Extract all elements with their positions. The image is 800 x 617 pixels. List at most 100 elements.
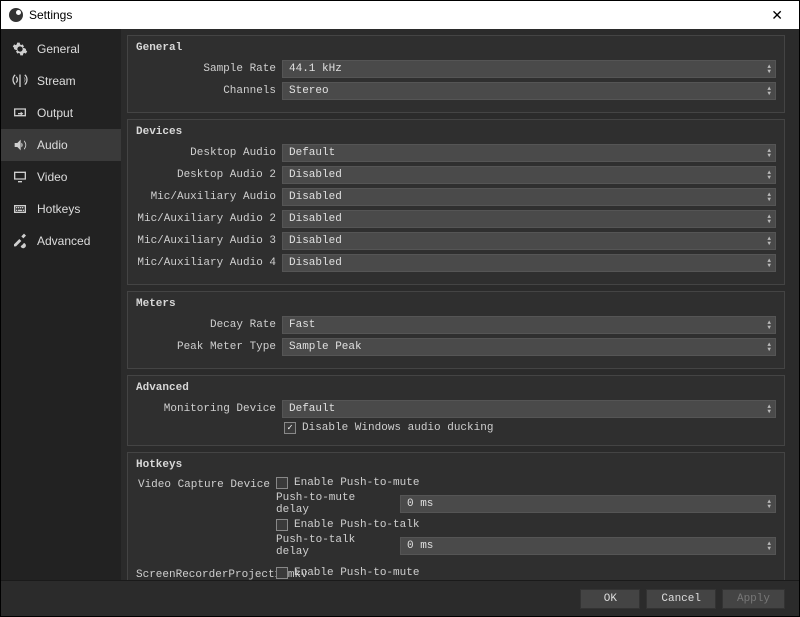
decay-rate-select[interactable]: Fast ▲▼ [282, 316, 776, 334]
antenna-icon [11, 73, 29, 89]
ducking-label: Disable Windows audio ducking [302, 422, 493, 434]
keyboard-icon [11, 201, 29, 217]
select-value: Disabled [289, 213, 342, 225]
sidebar-item-audio[interactable]: Audio [1, 129, 121, 161]
mic-audio2-select[interactable]: Disabled ▲▼ [282, 210, 776, 228]
sidebar-item-video[interactable]: Video [1, 161, 121, 193]
sidebar-item-label: Stream [37, 74, 76, 88]
section-devices: Devices Desktop Audio Default ▲▼ Desktop A… [127, 119, 785, 285]
monitoring-device-select[interactable]: Default ▲▼ [282, 400, 776, 418]
cancel-button[interactable]: Cancel [646, 589, 716, 609]
section-title: General [136, 42, 776, 54]
ok-button[interactable]: OK [580, 589, 640, 609]
sidebar-item-label: Audio [37, 138, 68, 152]
device-label: Mic/Auxiliary Audio 3 [136, 235, 276, 247]
sidebar-item-label: Hotkeys [37, 202, 80, 216]
gear-icon [11, 41, 29, 57]
sidebar-item-label: Output [37, 106, 73, 120]
select-value: Disabled [289, 257, 342, 269]
titlebar: Settings ✕ [1, 1, 799, 29]
tools-icon [11, 233, 29, 249]
ptt-enable-label: Enable Push-to-talk [294, 519, 419, 531]
select-value: 44.1 kHz [289, 63, 342, 75]
ducking-checkbox[interactable] [284, 422, 296, 434]
ptm-checkbox[interactable] [276, 567, 288, 579]
mic-audio-select[interactable]: Disabled ▲▼ [282, 188, 776, 206]
select-value: Disabled [289, 191, 342, 203]
section-hotkeys: Hotkeys Video Capture Device Enable Push… [127, 452, 785, 580]
select-value: Disabled [289, 169, 342, 181]
ptm-enable-label: Enable Push-to-mute [294, 477, 419, 489]
ptm-delay-input[interactable]: 0 ms ▲▼ [400, 495, 776, 513]
close-button[interactable]: ✕ [763, 7, 791, 24]
ptm-enable-label: Enable Push-to-mute [294, 567, 419, 579]
section-title: Advanced [136, 382, 776, 394]
select-arrows-icon: ▲▼ [767, 192, 771, 202]
section-advanced: Advanced Monitoring Device Default ▲▼ Disa… [127, 375, 785, 446]
channels-label: Channels [136, 85, 276, 97]
speaker-icon [11, 137, 29, 153]
section-title: Meters [136, 298, 776, 310]
select-arrows-icon: ▲▼ [767, 64, 771, 74]
peak-label: Peak Meter Type [136, 341, 276, 353]
select-arrows-icon: ▲▼ [767, 148, 771, 158]
select-arrows-icon: ▲▼ [767, 404, 771, 414]
select-value: Disabled [289, 235, 342, 247]
num-value: 0 ms [407, 540, 433, 552]
sidebar-item-output[interactable]: Output [1, 97, 121, 129]
sidebar-item-stream[interactable]: Stream [1, 65, 121, 97]
spinner-icon: ▲▼ [767, 541, 771, 551]
section-title: Devices [136, 126, 776, 138]
select-arrows-icon: ▲▼ [767, 86, 771, 96]
monitor-icon [11, 169, 29, 185]
device-label: Desktop Audio 2 [136, 169, 276, 181]
select-value: Default [289, 403, 335, 415]
decay-label: Decay Rate [136, 319, 276, 331]
select-value: Default [289, 147, 335, 159]
spinner-icon: ▲▼ [767, 499, 771, 509]
device-label: Mic/Auxiliary Audio 2 [136, 213, 276, 225]
ptt-delay-input[interactable]: 0 ms ▲▼ [400, 537, 776, 555]
sidebar-item-hotkeys[interactable]: Hotkeys [1, 193, 121, 225]
sidebar-item-label: Advanced [37, 234, 90, 248]
sidebar: General Stream Output Audio Video Hotkey… [1, 29, 121, 580]
device-label: Mic/Auxiliary Audio 4 [136, 257, 276, 269]
footer: OK Cancel Apply [1, 580, 799, 616]
ptt-checkbox[interactable] [276, 519, 288, 531]
window-title: Settings [29, 8, 72, 22]
sidebar-item-advanced[interactable]: Advanced [1, 225, 121, 257]
section-title: Hotkeys [136, 459, 776, 471]
select-value: Fast [289, 319, 315, 331]
select-value: Sample Peak [289, 341, 362, 353]
sidebar-item-label: Video [37, 170, 67, 184]
select-arrows-icon: ▲▼ [767, 214, 771, 224]
ptm-checkbox[interactable] [276, 477, 288, 489]
select-arrows-icon: ▲▼ [767, 236, 771, 246]
select-arrows-icon: ▲▼ [767, 320, 771, 330]
device-label: Mic/Auxiliary Audio [136, 191, 276, 203]
num-value: 0 ms [407, 498, 433, 510]
select-arrows-icon: ▲▼ [767, 258, 771, 268]
select-arrows-icon: ▲▼ [767, 342, 771, 352]
desktop-audio-select[interactable]: Default ▲▼ [282, 144, 776, 162]
settings-content: General Sample Rate 44.1 kHz ▲▼ Channels… [121, 29, 799, 580]
hotkey-source-label: ScreenRecorderProject1.mkv [136, 567, 276, 580]
channels-select[interactable]: Stereo ▲▼ [282, 82, 776, 100]
output-icon [11, 105, 29, 121]
desktop-audio2-select[interactable]: Disabled ▲▼ [282, 166, 776, 184]
select-arrows-icon: ▲▼ [767, 170, 771, 180]
ptt-delay-label: Push-to-talk delay [276, 534, 394, 558]
ptm-delay-label: Push-to-mute delay [276, 492, 394, 516]
apply-button[interactable]: Apply [722, 589, 785, 609]
select-value: Stereo [289, 85, 329, 97]
mic-audio4-select[interactable]: Disabled ▲▼ [282, 254, 776, 272]
mic-audio3-select[interactable]: Disabled ▲▼ [282, 232, 776, 250]
peak-meter-select[interactable]: Sample Peak ▲▼ [282, 338, 776, 356]
device-label: Desktop Audio [136, 147, 276, 159]
hotkey-source-label: Video Capture Device [136, 477, 276, 491]
sample-rate-label: Sample Rate [136, 63, 276, 75]
sample-rate-select[interactable]: 44.1 kHz ▲▼ [282, 60, 776, 78]
monitoring-label: Monitoring Device [136, 403, 276, 415]
section-meters: Meters Decay Rate Fast ▲▼ Peak Meter Type S… [127, 291, 785, 369]
sidebar-item-general[interactable]: General [1, 33, 121, 65]
